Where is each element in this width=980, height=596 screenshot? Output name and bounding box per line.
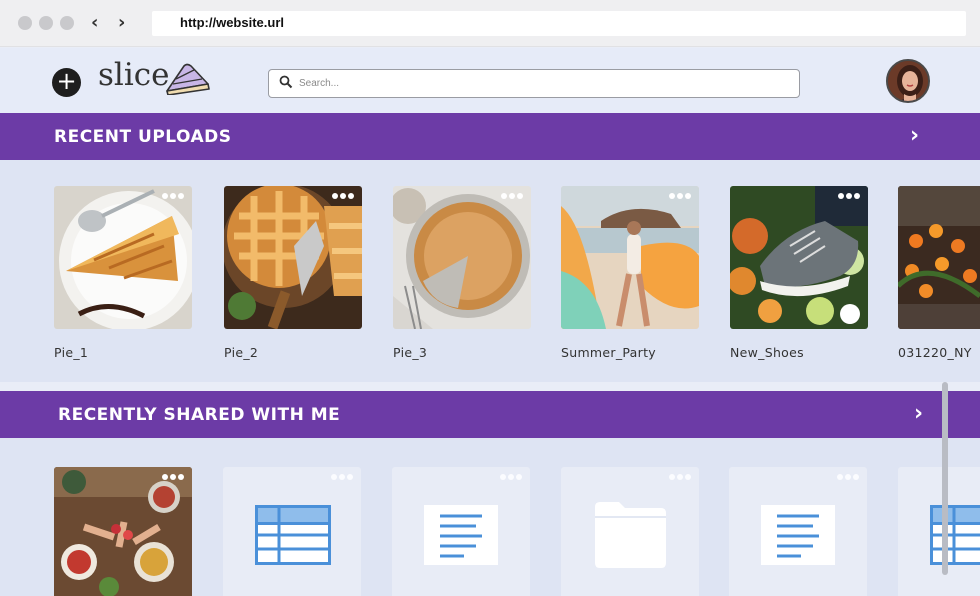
shared-file-document[interactable] xyxy=(392,467,530,596)
shared-file-document[interactable] xyxy=(729,467,867,596)
upload-name: 031220_NY xyxy=(898,345,972,360)
logo-text: slice xyxy=(98,57,170,93)
more-options-icon[interactable] xyxy=(669,193,691,199)
upload-name: Summer_Party xyxy=(561,345,656,360)
avatar[interactable] xyxy=(886,59,930,103)
spreadsheet-icon xyxy=(255,505,331,565)
spreadsheet-icon xyxy=(930,505,980,565)
document-icon xyxy=(424,505,498,565)
search-bar[interactable] xyxy=(268,69,800,98)
url-text: http://website.url xyxy=(180,15,284,30)
shared-folder[interactable] xyxy=(561,467,699,596)
upload-thumbnail-031220-ny[interactable] xyxy=(898,186,980,329)
upload-name: Pie_3 xyxy=(393,345,428,360)
upload-name: New_Shoes xyxy=(730,345,804,360)
window-close-dot[interactable] xyxy=(18,16,32,30)
more-options-icon[interactable] xyxy=(162,193,184,199)
upload-thumbnail-pie-3[interactable] xyxy=(393,186,531,329)
upload-thumbnail-pie-1[interactable] xyxy=(54,186,192,329)
document-icon xyxy=(761,505,835,565)
shared-file-spreadsheet[interactable] xyxy=(223,467,361,596)
app-header: + slice xyxy=(0,48,980,113)
add-button[interactable]: + xyxy=(52,68,81,97)
shared-file-spreadsheet[interactable] xyxy=(898,467,980,596)
window-minimize-dot[interactable] xyxy=(39,16,53,30)
recent-uploads-header: RECENT UPLOADS › xyxy=(0,113,980,160)
upload-name: Pie_2 xyxy=(224,345,259,360)
folder-icon xyxy=(595,502,666,568)
more-options-icon[interactable] xyxy=(331,474,353,480)
more-options-icon[interactable] xyxy=(500,474,522,480)
window-maximize-dot[interactable] xyxy=(60,16,74,30)
more-options-icon[interactable] xyxy=(501,193,523,199)
section-title: RECENT UPLOADS xyxy=(54,127,232,147)
plus-icon: + xyxy=(56,67,77,95)
chevron-left-icon[interactable]: ‹ xyxy=(91,14,98,32)
section-title: RECENTLY SHARED WITH ME xyxy=(58,405,341,425)
more-options-icon[interactable] xyxy=(669,474,691,480)
upload-thumbnail-new-shoes[interactable] xyxy=(730,186,868,329)
address-bar[interactable]: http://website.url xyxy=(152,11,966,36)
chevron-right-icon[interactable]: › xyxy=(118,14,125,32)
search-icon xyxy=(279,75,293,89)
more-options-icon[interactable] xyxy=(837,474,859,480)
search-input[interactable] xyxy=(299,74,779,93)
pie-slice-icon xyxy=(166,63,210,95)
chevron-right-icon[interactable]: › xyxy=(910,123,919,148)
shared-thumbnail-photo[interactable] xyxy=(54,467,192,596)
more-options-icon[interactable] xyxy=(162,474,184,480)
chevron-right-icon[interactable]: › xyxy=(914,401,923,426)
more-options-icon[interactable] xyxy=(332,193,354,199)
browser-chrome: ‹ › http://website.url xyxy=(0,0,980,47)
upload-thumbnail-summer-party[interactable] xyxy=(561,186,699,329)
recently-shared-header: RECENTLY SHARED WITH ME › xyxy=(0,391,980,438)
more-options-icon[interactable] xyxy=(838,193,860,199)
vertical-scrollbar[interactable] xyxy=(942,382,948,575)
upload-name: Pie_1 xyxy=(54,345,89,360)
upload-thumbnail-pie-2[interactable] xyxy=(224,186,362,329)
